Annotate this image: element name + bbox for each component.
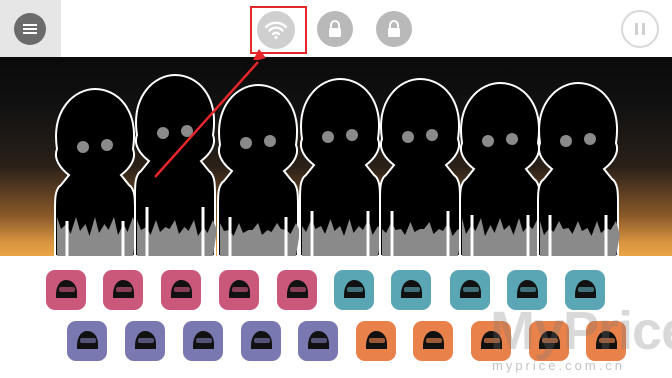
- face-plate-sound-tile[interactable]: [125, 321, 165, 361]
- character-silhouette[interactable]: [217, 83, 300, 256]
- visor-sound-icon: [171, 280, 192, 298]
- character-silhouette[interactable]: [134, 73, 217, 256]
- character-silhouette[interactable]: [54, 87, 137, 256]
- character-silhouette[interactable]: [459, 81, 542, 256]
- characters-layer: [54, 61, 620, 256]
- bandana-sound-tile[interactable]: [413, 321, 453, 361]
- arrow-head-layer: [253, 49, 266, 60]
- visor-sound-tile[interactable]: [161, 270, 201, 310]
- goggles-sound-tile[interactable]: [103, 270, 143, 310]
- robot-head-sound-icon: [287, 280, 308, 298]
- character-silhouette[interactable]: [379, 77, 462, 256]
- gear-sound-tile[interactable]: [356, 321, 396, 361]
- mask-sound-tile[interactable]: [334, 270, 374, 310]
- arrow-head: [253, 49, 266, 60]
- character-stage: [0, 49, 672, 256]
- bandana-sound-icon: [423, 331, 444, 349]
- robot-head-sound-tile[interactable]: [277, 270, 317, 310]
- helmet-sound-icon: [56, 280, 77, 298]
- watermark-logo: MyPrice: [490, 301, 672, 361]
- cube-sound-icon: [229, 280, 250, 298]
- character-silhouette[interactable]: [537, 81, 620, 256]
- character-silhouette[interactable]: [299, 77, 382, 256]
- goggles-sound-icon: [113, 280, 134, 298]
- glasses-sound-icon: [401, 280, 422, 298]
- hat-sound-icon: [308, 331, 329, 349]
- watermark-url: myprice.com.cn: [492, 358, 626, 373]
- gas-mask-sound-icon: [77, 331, 98, 349]
- hat-sound-tile[interactable]: [298, 321, 338, 361]
- gear-sound-icon: [366, 331, 387, 349]
- gas-mask-sound-tile[interactable]: [67, 321, 107, 361]
- robot-mask-sound-icon: [193, 331, 214, 349]
- round-glasses-sound-icon: [251, 331, 272, 349]
- cube-sound-tile[interactable]: [219, 270, 259, 310]
- mask-sound-icon: [344, 280, 365, 298]
- headphones-sound-tile[interactable]: [450, 270, 490, 310]
- headphones-sound-icon: [460, 280, 481, 298]
- glasses-sound-tile[interactable]: [391, 270, 431, 310]
- face-plate-sound-icon: [135, 331, 156, 349]
- robot-mask-sound-tile[interactable]: [183, 321, 223, 361]
- round-glasses-sound-tile[interactable]: [241, 321, 281, 361]
- helmet-sound-tile[interactable]: [46, 270, 86, 310]
